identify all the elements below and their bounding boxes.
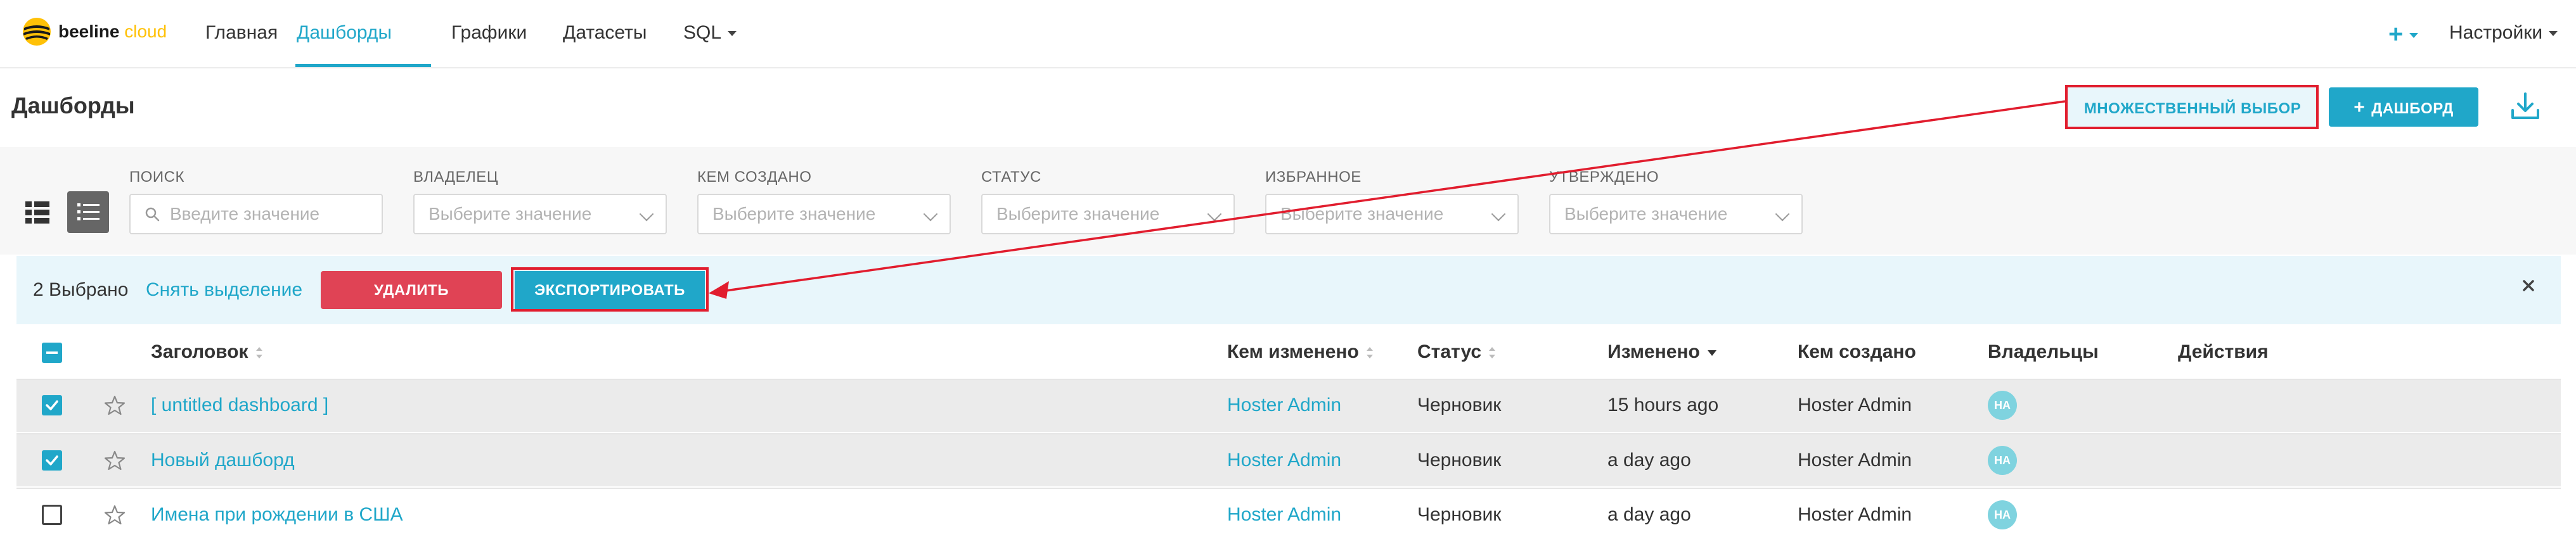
download-icon[interactable] bbox=[2508, 89, 2543, 124]
chevron-down-icon bbox=[1491, 206, 1506, 222]
row-checkbox[interactable] bbox=[42, 505, 62, 525]
clear-selection-link[interactable]: Снять выделение bbox=[146, 276, 302, 304]
approved-filter-select[interactable]: Выберите значение bbox=[1549, 194, 1803, 234]
modified-cell: a day ago bbox=[1607, 450, 1691, 471]
column-header-changed-by[interactable]: Кем изменено bbox=[1227, 338, 1373, 366]
column-header-modified[interactable]: Изменено bbox=[1607, 338, 1716, 366]
created-by-filter-select[interactable]: Выберите значение bbox=[697, 194, 951, 234]
grid-view-icon[interactable] bbox=[25, 201, 49, 224]
avatar[interactable]: HA bbox=[1988, 446, 2017, 475]
avatar[interactable]: HA bbox=[1988, 500, 2017, 529]
changed-by-link[interactable]: Hoster Admin bbox=[1227, 501, 1341, 529]
nav-item-charts[interactable]: Графики bbox=[451, 0, 527, 67]
column-header-title-label: Заголовок bbox=[151, 341, 248, 362]
column-header-actions: Действия bbox=[2178, 341, 2269, 362]
column-header-title[interactable]: Заголовок bbox=[151, 338, 262, 366]
owner-filter-select[interactable]: Выберите значение bbox=[413, 194, 667, 234]
changed-by-link[interactable]: Hoster Admin bbox=[1227, 446, 1341, 474]
new-item-menu[interactable]: + bbox=[2388, 20, 2419, 48]
status-filter-placeholder: Выберите значение bbox=[996, 204, 1160, 224]
modified-cell: 15 hours ago bbox=[1607, 395, 1719, 415]
star-icon[interactable] bbox=[104, 450, 126, 471]
sort-icon bbox=[1489, 347, 1496, 359]
add-dashboard-label: ДАШБОРД bbox=[2371, 100, 2454, 117]
dashboard-title-link[interactable]: Новый дашборд bbox=[151, 446, 295, 474]
checkmark-icon bbox=[46, 455, 58, 465]
brand-name-part1: beeline bbox=[58, 22, 120, 41]
changed-by-link[interactable]: Hoster Admin bbox=[1227, 391, 1341, 419]
created-by-cell: Hoster Admin bbox=[1798, 450, 1912, 471]
sort-descending-icon bbox=[1707, 350, 1716, 356]
brand-name[interactable]: beeline cloud bbox=[58, 19, 167, 44]
column-header-created-by: Кем создано bbox=[1798, 341, 1916, 362]
chevron-down-icon bbox=[639, 206, 654, 222]
settings-label: Настройки bbox=[2449, 22, 2543, 43]
star-icon[interactable] bbox=[104, 395, 126, 416]
sort-icon bbox=[255, 347, 262, 359]
nav-item-sql-label: SQL bbox=[683, 22, 722, 43]
search-input[interactable]: Введите значение bbox=[129, 194, 383, 234]
status-cell: Черновик bbox=[1417, 395, 1502, 415]
approved-filter-label: УТВЕРЖДЕНО bbox=[1549, 168, 1659, 186]
created-by-filter-placeholder: Выберите значение bbox=[712, 204, 876, 224]
created-by-filter-label: КЕМ СОЗДАНО bbox=[697, 168, 812, 186]
brand-name-part2: cloud bbox=[124, 22, 167, 41]
column-header-changed-by-label: Кем изменено bbox=[1227, 341, 1359, 362]
nav-item-sql[interactable]: SQL bbox=[683, 0, 737, 67]
favorite-filter-placeholder: Выберите значение bbox=[1280, 204, 1444, 224]
plus-icon: + bbox=[2388, 20, 2404, 48]
avatar[interactable]: HA bbox=[1988, 391, 2017, 420]
owner-filter-placeholder: Выберите значение bbox=[428, 204, 592, 224]
modified-cell: a day ago bbox=[1607, 504, 1691, 525]
star-icon[interactable] bbox=[104, 504, 126, 526]
nav-item-datasets[interactable]: Датасеты bbox=[563, 0, 647, 67]
annotation-highlight-multi-select bbox=[2065, 85, 2319, 129]
dashboard-title-link[interactable]: Имена при рождении в США bbox=[151, 501, 403, 529]
chevron-down-icon bbox=[923, 206, 938, 222]
chevron-down-icon bbox=[1775, 206, 1790, 222]
row-checkbox[interactable] bbox=[42, 450, 62, 471]
column-header-status[interactable]: Статус bbox=[1417, 338, 1496, 366]
nav-active-underline bbox=[295, 64, 431, 67]
column-header-status-label: Статус bbox=[1417, 341, 1482, 362]
select-all-checkbox[interactable] bbox=[42, 343, 62, 363]
plus-icon: + bbox=[2354, 97, 2366, 118]
approved-filter-placeholder: Выберите значение bbox=[1564, 204, 1728, 224]
status-filter-select[interactable]: Выберите значение bbox=[981, 194, 1235, 234]
search-placeholder: Введите значение bbox=[170, 204, 320, 224]
nav-item-home[interactable]: Главная bbox=[205, 0, 278, 67]
column-header-modified-label: Изменено bbox=[1607, 341, 1700, 362]
chevron-down-icon bbox=[2409, 33, 2419, 39]
column-header-owners: Владельцы bbox=[1988, 341, 2099, 362]
close-icon[interactable] bbox=[2518, 275, 2539, 296]
chevron-down-icon bbox=[728, 31, 737, 37]
page-title: Дашборды bbox=[11, 92, 135, 118]
chevron-down-icon bbox=[1207, 206, 1222, 222]
search-icon bbox=[145, 207, 160, 222]
list-view-icon bbox=[77, 203, 100, 220]
owner-filter-label: ВЛАДЕЛЕЦ bbox=[413, 168, 499, 186]
beeline-logo-icon[interactable] bbox=[22, 16, 52, 47]
row-checkbox[interactable] bbox=[42, 395, 62, 415]
sort-icon bbox=[1366, 347, 1373, 359]
status-cell: Черновик bbox=[1417, 504, 1502, 525]
add-dashboard-button[interactable]: + ДАШБОРД bbox=[2329, 87, 2478, 127]
nav-item-dashboards[interactable]: Дашборды bbox=[297, 0, 392, 67]
list-view-button[interactable] bbox=[67, 191, 109, 233]
status-cell: Черновик bbox=[1417, 450, 1502, 471]
chevron-down-icon bbox=[2549, 31, 2558, 37]
search-label: ПОИСК bbox=[129, 168, 184, 186]
settings-menu[interactable]: Настройки bbox=[2449, 0, 2558, 67]
status-filter-label: СТАТУС bbox=[981, 168, 1041, 186]
checkmark-icon bbox=[46, 400, 58, 410]
favorite-filter-select[interactable]: Выберите значение bbox=[1265, 194, 1519, 234]
selected-count: 2 Выбрано bbox=[33, 279, 129, 300]
favorite-filter-label: ИЗБРАННОЕ bbox=[1265, 168, 1362, 186]
delete-button[interactable]: УДАЛИТЬ bbox=[321, 271, 502, 309]
created-by-cell: Hoster Admin bbox=[1798, 395, 1912, 415]
created-by-cell: Hoster Admin bbox=[1798, 504, 1912, 525]
dashboard-title-link[interactable]: [ untitled dashboard ] bbox=[151, 391, 328, 419]
annotation-highlight-export bbox=[511, 267, 709, 312]
